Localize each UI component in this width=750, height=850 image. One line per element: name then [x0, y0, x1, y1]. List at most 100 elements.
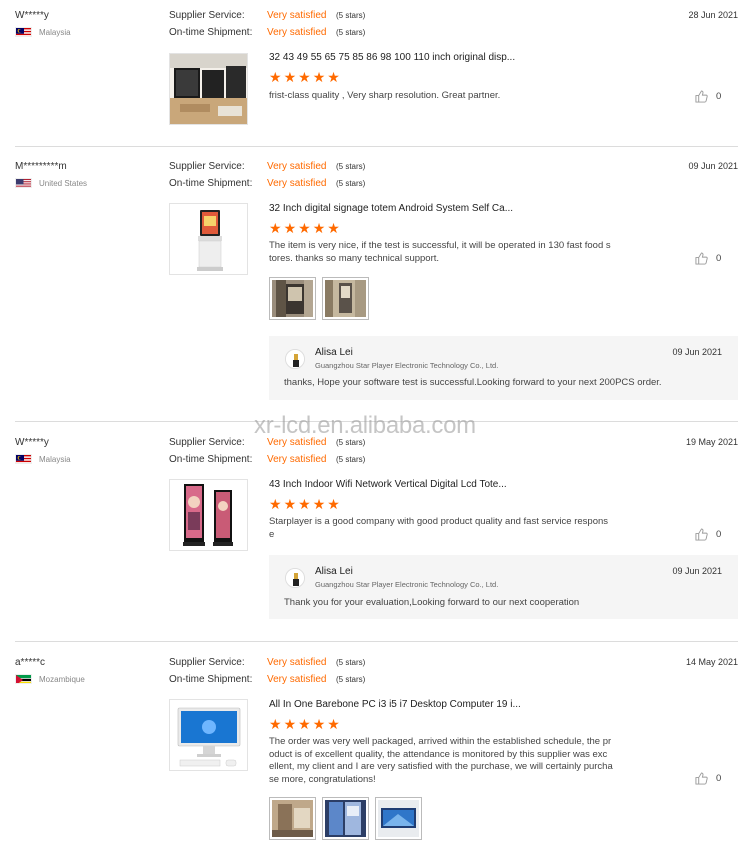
like-count: 0	[716, 91, 722, 102]
star-icon: ★	[269, 220, 282, 236]
review-text-line: Starplayer is a good company with good p…	[269, 516, 609, 527]
country-label: United States	[39, 178, 88, 188]
divider	[15, 641, 738, 642]
buyer-name: M*********m	[15, 161, 67, 172]
product-thumbnail[interactable]	[169, 53, 248, 125]
review-stars: ★ ★ ★ ★ ★	[269, 717, 340, 731]
rating-value: Very satisfied	[267, 454, 327, 465]
review-item: M*********m United States Supplier Servi…	[0, 161, 750, 411]
product-title[interactable]: 32 43 49 55 65 75 85 86 98 100 110 inch …	[269, 52, 515, 63]
reply-author: Alisa Lei	[315, 566, 353, 577]
supplier-service-rating: Supplier Service: Very satisfied (5 star…	[169, 10, 365, 21]
supplier-reply: Alisa Lei Guangzhou Star Player Electron…	[269, 555, 738, 619]
product-thumbnail[interactable]	[169, 479, 248, 551]
star-icon: ★	[283, 716, 297, 732]
star-icon: ★	[327, 716, 340, 732]
rating-value: Very satisfied	[267, 10, 327, 21]
like-button[interactable]: 0	[695, 528, 721, 541]
like-button[interactable]: 0	[695, 90, 721, 103]
star-icon: ★	[283, 69, 297, 85]
buyer-country: Mozambique	[15, 674, 85, 684]
usa-flag-icon	[15, 178, 32, 188]
like-button[interactable]: 0	[695, 772, 721, 785]
star-icon: ★	[312, 716, 326, 732]
star-icon: ★	[283, 220, 297, 236]
rating-stars-text: (5 stars)	[336, 658, 366, 667]
review-text: frist-class quality , Very sharp resolut…	[269, 90, 654, 103]
divider	[15, 146, 738, 147]
reply-date: 09 Jun 2021	[672, 347, 722, 357]
reply-author: Alisa Lei	[315, 347, 353, 358]
review-item: W*****y Malaysia Supplier Service: Very …	[0, 10, 750, 140]
reply-text: thanks, Hope your software test is succe…	[284, 377, 662, 388]
supplier-avatar	[285, 568, 305, 588]
star-icon: ★	[327, 220, 340, 236]
buyer-name: W*****y	[15, 10, 49, 21]
malaysia-flag-icon	[15, 27, 32, 37]
ontime-shipment-rating: On-time Shipment: Very satisfied (5 star…	[169, 178, 365, 189]
review-text-line: se more, congratulations!	[269, 773, 376, 785]
malaysia-flag-icon	[15, 454, 32, 464]
product-thumbnail[interactable]	[169, 699, 248, 771]
star-icon: ★	[269, 496, 282, 512]
review-item: a*****c Mozambique Supplier Service: Ver…	[0, 657, 750, 847]
like-button[interactable]: 0	[695, 252, 721, 265]
supplier-service-rating: Supplier Service: Very satisfied (5 star…	[169, 657, 365, 668]
review-photo[interactable]	[269, 277, 316, 320]
product-thumbnail[interactable]	[169, 203, 248, 275]
review-photo[interactable]	[322, 277, 369, 320]
review-photo[interactable]	[269, 797, 316, 840]
thumbs-up-icon	[695, 772, 708, 785]
rating-label: On-time Shipment:	[169, 674, 253, 685]
rating-stars-text: (5 stars)	[336, 11, 366, 20]
star-icon: ★	[312, 220, 326, 236]
star-icon: ★	[298, 69, 311, 85]
review-text-line: The order was very well packaged, arrive…	[269, 736, 612, 747]
rating-label: On-time Shipment:	[169, 27, 253, 38]
star-icon: ★	[327, 69, 340, 85]
ontime-shipment-rating: On-time Shipment: Very satisfied (5 star…	[169, 27, 365, 38]
review-photo[interactable]	[375, 797, 422, 840]
thumbs-up-icon	[695, 90, 708, 103]
rating-value: Very satisfied	[267, 178, 327, 189]
country-label: Malaysia	[39, 27, 71, 37]
star-icon: ★	[298, 716, 311, 732]
review-text: Starplayer is a good company with good p…	[269, 516, 654, 541]
product-title[interactable]: 43 Inch Indoor Wifi Network Vertical Dig…	[269, 479, 507, 490]
review-text-line: ellent, my client and I are very satisfi…	[269, 761, 613, 772]
buyer-name: a*****c	[15, 657, 46, 668]
reply-company: Guangzhou Star Player Electronic Technol…	[315, 580, 499, 589]
review-text: The item is very nice, if the test is su…	[269, 240, 654, 265]
review-text-line: The item is very nice, if the test is su…	[269, 240, 611, 251]
buyer-country: Malaysia	[15, 27, 71, 37]
review-date: 28 Jun 2021	[688, 10, 738, 20]
review-stars: ★ ★ ★ ★ ★	[269, 70, 340, 84]
review-date: 19 May 2021	[685, 437, 738, 447]
country-label: Malaysia	[39, 454, 71, 464]
star-icon: ★	[312, 496, 326, 512]
star-icon: ★	[283, 496, 297, 512]
star-icon: ★	[327, 496, 340, 512]
mozambique-flag-icon	[15, 674, 32, 684]
reply-date: 09 Jun 2021	[672, 566, 722, 576]
watermark-text: xr-lcd.en.alibaba.com	[254, 412, 476, 439]
product-title[interactable]: All In One Barebone PC i3 i5 i7 Desktop …	[269, 699, 521, 710]
rating-value: Very satisfied	[267, 674, 327, 685]
review-date: 09 Jun 2021	[688, 161, 738, 171]
review-text-line: oduct is of excellent quality, the atten…	[269, 748, 608, 760]
review-stars: ★ ★ ★ ★ ★	[269, 221, 340, 235]
rating-value: Very satisfied	[267, 657, 327, 668]
review-photo[interactable]	[322, 797, 369, 840]
ontime-shipment-rating: On-time Shipment: Very satisfied (5 star…	[169, 454, 365, 465]
product-title[interactable]: 32 Inch digital signage totem Android Sy…	[269, 203, 513, 214]
rating-stars-text: (5 stars)	[336, 179, 366, 188]
rating-label: On-time Shipment:	[169, 178, 253, 189]
review-item: W*****y Malaysia Supplier Service: Very …	[0, 437, 750, 632]
review-text-line: tores. thanks so many technical support.	[269, 252, 440, 264]
supplier-avatar	[285, 349, 305, 369]
buyer-country: Malaysia	[15, 454, 71, 464]
like-count: 0	[716, 253, 722, 264]
like-count: 0	[716, 773, 722, 784]
review-date: 14 May 2021	[685, 657, 738, 667]
rating-label: On-time Shipment:	[169, 454, 253, 465]
